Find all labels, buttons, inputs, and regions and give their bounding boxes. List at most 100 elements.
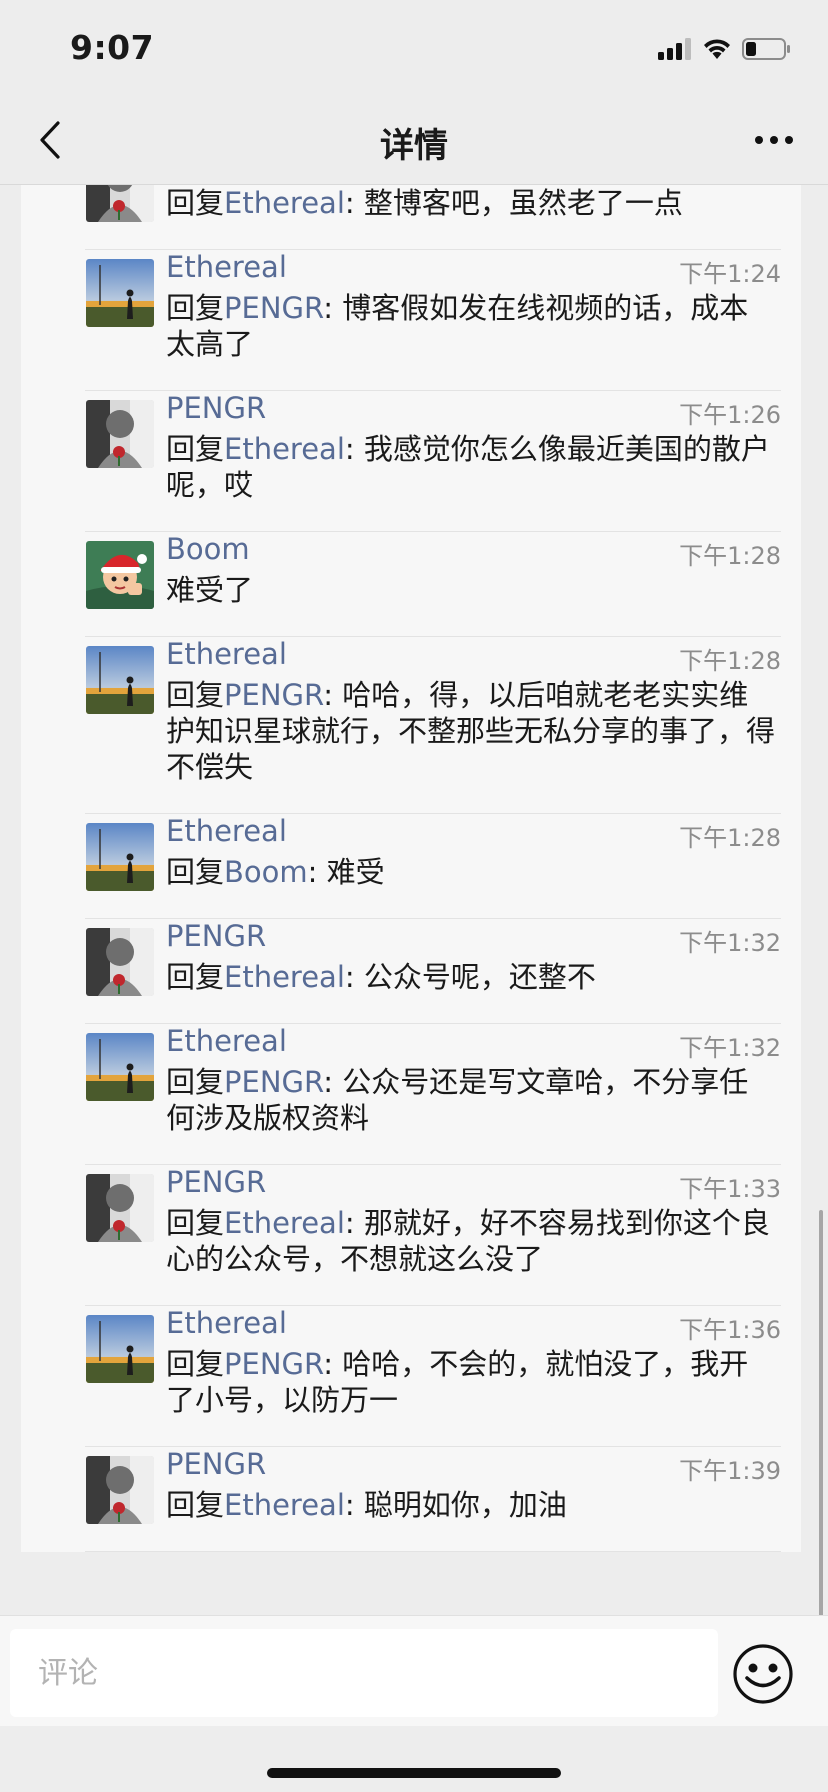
comment-author[interactable]: PENGR bbox=[166, 1165, 266, 1199]
comment-item[interactable]: PENGR 下午1:32 回复Ethereal: 公众号呢，还整不 bbox=[85, 919, 781, 1024]
comment-author[interactable]: Ethereal bbox=[166, 637, 287, 671]
comment-list: PENGR下午1:23回复Ethereal: 整博客吧，虽然老了一点Ethere… bbox=[21, 185, 801, 1552]
comment-text: 回复PENGR: 哈哈，得，以后咱就老老实实维护知识星球就行，不整那些无私分享的… bbox=[166, 677, 776, 785]
reply-target-name[interactable]: PENGR bbox=[224, 1065, 323, 1099]
reply-prefix: 回复 bbox=[166, 1488, 225, 1522]
avatar-boom[interactable] bbox=[86, 541, 154, 609]
reply-prefix: 回复 bbox=[166, 855, 225, 889]
page-title: 详情 bbox=[380, 126, 448, 166]
reply-target-name[interactable]: Ethereal bbox=[224, 186, 345, 220]
comment-time: 下午1:32 bbox=[679, 1034, 781, 1062]
comment-item[interactable]: PENGR 下午1:39 回复Ethereal: 聪明如你，加油 bbox=[85, 1447, 781, 1552]
comment-text: 回复PENGR: 博客假如发在线视频的话，成本太高了 bbox=[166, 290, 776, 362]
status-icons bbox=[658, 34, 792, 64]
comment-time: 下午1:39 bbox=[679, 1457, 781, 1485]
comment-text: 回复PENGR: 哈哈，不会的，就怕没了，我开了小号，以防万一 bbox=[166, 1346, 776, 1418]
more-dots-icon bbox=[755, 136, 793, 144]
comment-time: 下午1:28 bbox=[679, 542, 781, 570]
reply-colon: : bbox=[307, 855, 327, 889]
reply-prefix: 回复 bbox=[166, 291, 225, 325]
reply-colon: : bbox=[344, 1488, 364, 1522]
comment-body: 聪明如你，加油 bbox=[363, 1488, 567, 1522]
comment-author[interactable]: PENGR bbox=[166, 919, 266, 953]
comment-item[interactable]: Ethereal 下午1:32 回复PENGR: 公众号还是写文章哈，不分享任何涉及… bbox=[85, 1024, 781, 1165]
reply-target-name[interactable]: Ethereal bbox=[224, 960, 345, 994]
reply-target-name[interactable]: Ethereal bbox=[224, 1488, 345, 1522]
comment-author[interactable]: PENGR bbox=[166, 1447, 266, 1481]
comment-text: 回复Ethereal: 整博客吧，虽然老了一点 bbox=[166, 185, 776, 221]
comment-author[interactable]: Ethereal bbox=[166, 814, 287, 848]
comment-time: 下午1:36 bbox=[679, 1316, 781, 1344]
avatar-ethereal[interactable] bbox=[86, 1033, 154, 1101]
comment-author[interactable]: Ethereal bbox=[166, 250, 287, 284]
comment-time: 下午1:26 bbox=[679, 401, 781, 429]
comment-author[interactable]: Ethereal bbox=[166, 1024, 287, 1058]
comment-text: 回复Ethereal: 我感觉你怎么像最近美国的散户呢，哎 bbox=[166, 431, 776, 503]
comment-author[interactable]: Boom bbox=[166, 532, 250, 566]
scrollbar[interactable] bbox=[819, 1210, 823, 1618]
wifi-icon bbox=[704, 39, 730, 59]
comment-text: 回复Ethereal: 聪明如你，加油 bbox=[166, 1487, 776, 1523]
comment-time: 下午1:28 bbox=[679, 647, 781, 675]
comments-scroll-area[interactable]: PENGR下午1:23回复Ethereal: 整博客吧，虽然老了一点Ethere… bbox=[0, 185, 828, 1615]
reply-target-name[interactable]: PENGR bbox=[224, 1347, 323, 1381]
reply-prefix: 回复 bbox=[166, 960, 225, 994]
reply-target-name[interactable]: Boom bbox=[224, 855, 308, 889]
comment-item[interactable]: PENGR下午1:23回复Ethereal: 整博客吧，虽然老了一点 bbox=[85, 185, 781, 250]
avatar-ethereal[interactable] bbox=[86, 1315, 154, 1383]
reply-prefix: 回复 bbox=[166, 1065, 225, 1099]
comment-body: 整博客吧，虽然老了一点 bbox=[363, 186, 683, 220]
avatar-pengr[interactable] bbox=[86, 928, 154, 996]
comment-item[interactable]: PENGR 下午1:26 回复Ethereal: 我感觉你怎么像最近美国的散户呢，哎 bbox=[85, 391, 781, 532]
comment-item[interactable]: PENGR 下午1:33 回复Ethereal: 那就好，好不容易找到你这个良心的公… bbox=[85, 1165, 781, 1306]
comment-item[interactable]: Ethereal 下午1:36 回复PENGR: 哈哈，不会的，就怕没了，我开了小号… bbox=[85, 1306, 781, 1447]
avatar-pengr[interactable] bbox=[86, 1174, 154, 1242]
more-button[interactable] bbox=[746, 118, 802, 162]
comment-item[interactable]: Boom 下午1:28 难受了 bbox=[85, 532, 781, 637]
comment-body: 难受 bbox=[326, 855, 385, 889]
reply-target-name[interactable]: Ethereal bbox=[224, 1206, 345, 1240]
reply-colon: : bbox=[344, 432, 364, 466]
reply-colon: : bbox=[323, 678, 343, 712]
comment-body: 难受了 bbox=[166, 573, 254, 607]
reply-target-name[interactable]: Ethereal bbox=[224, 432, 345, 466]
comment-item[interactable]: Ethereal 下午1:28 回复Boom: 难受 bbox=[85, 814, 781, 919]
avatar-pengr[interactable] bbox=[86, 1456, 154, 1524]
reply-prefix: 回复 bbox=[166, 1347, 225, 1381]
comment-item[interactable]: Ethereal 下午1:24 回复PENGR: 博客假如发在线视频的话，成本太高了 bbox=[85, 250, 781, 391]
reply-prefix: 回复 bbox=[166, 432, 225, 466]
comment-time: 下午1:28 bbox=[679, 824, 781, 852]
comment-time: 下午1:24 bbox=[679, 260, 781, 288]
reply-colon: : bbox=[323, 1347, 343, 1381]
avatar-ethereal[interactable] bbox=[86, 259, 154, 327]
avatar-ethereal[interactable] bbox=[86, 823, 154, 891]
reply-colon: : bbox=[323, 1065, 343, 1099]
comment-author[interactable]: Ethereal bbox=[166, 1306, 287, 1340]
reply-colon: : bbox=[344, 1206, 364, 1240]
avatar-pengr[interactable] bbox=[86, 400, 154, 468]
reply-target-name[interactable]: PENGR bbox=[224, 678, 323, 712]
emoji-smiley-icon[interactable] bbox=[732, 1643, 794, 1705]
reply-target-name[interactable]: PENGR bbox=[224, 291, 323, 325]
reply-prefix: 回复 bbox=[166, 186, 225, 220]
comment-body: 公众号呢，还整不 bbox=[363, 960, 596, 994]
comment-text: 回复Ethereal: 那就好，好不容易找到你这个良心的公众号，不想就这么没了 bbox=[166, 1205, 776, 1277]
reply-colon: : bbox=[323, 291, 343, 325]
comment-text: 回复Boom: 难受 bbox=[166, 854, 776, 890]
reply-colon: : bbox=[344, 186, 364, 220]
avatar-ethereal[interactable] bbox=[86, 646, 154, 714]
comment-text: 难受了 bbox=[166, 572, 776, 608]
reply-colon: : bbox=[344, 960, 364, 994]
avatar-pengr[interactable] bbox=[86, 185, 154, 222]
battery-icon bbox=[742, 38, 790, 60]
cellular-signal-icon bbox=[658, 38, 691, 60]
navigation-bar: 详情 bbox=[0, 96, 828, 185]
reply-prefix: 回复 bbox=[166, 678, 225, 712]
comments-panel: PENGR下午1:23回复Ethereal: 整博客吧，虽然老了一点Ethere… bbox=[21, 185, 801, 1552]
comment-bar bbox=[0, 1615, 828, 1726]
reply-prefix: 回复 bbox=[166, 1206, 225, 1240]
comment-input[interactable] bbox=[10, 1629, 718, 1717]
comment-time: 下午1:32 bbox=[679, 929, 781, 957]
comment-item[interactable]: Ethereal 下午1:28 回复PENGR: 哈哈，得，以后咱就老老实实维护知识… bbox=[85, 637, 781, 814]
comment-author[interactable]: PENGR bbox=[166, 391, 266, 425]
